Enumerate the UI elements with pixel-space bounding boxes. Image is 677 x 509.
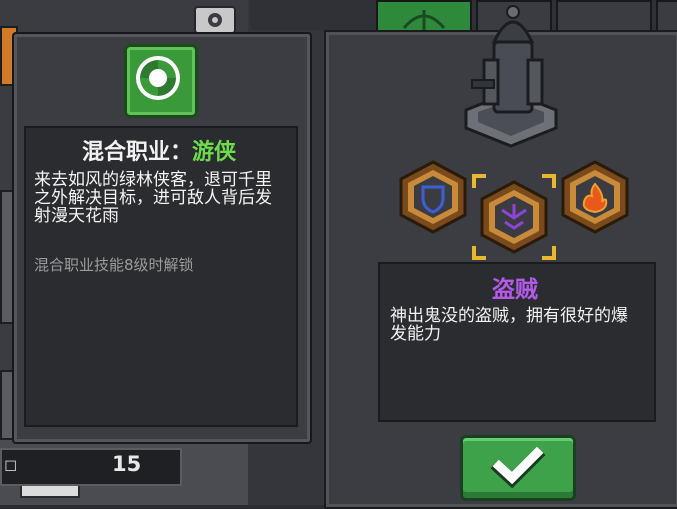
settings-button[interactable] <box>194 6 236 34</box>
tooltip-title-prefix: 混合职业： <box>81 140 192 165</box>
class-option-warrior[interactable] <box>398 160 468 238</box>
class-option-rogue[interactable] <box>472 174 556 264</box>
tab-right[interactable] <box>556 0 652 34</box>
tooltip-title-class: 游侠 <box>192 140 237 165</box>
character-portrait <box>464 5 558 148</box>
hex-frame <box>561 160 629 234</box>
swirl-wind-icon <box>136 56 180 100</box>
class-option-mage[interactable] <box>560 160 630 238</box>
stat-row <box>0 448 182 486</box>
selected-class-name: 盗贼 <box>492 277 538 303</box>
selected-class-description: 神出鬼没的盗贼，拥有很好的爆发能力 <box>390 306 628 344</box>
tooltip-title: 混合职业：游侠 <box>24 134 294 166</box>
tooltip-unlock-note: 混合职业技能8级时解锁 <box>34 256 194 274</box>
tooltip-description: 来去如风的绿林侠客，退可千里之外解决目标，进可敌人背后发射漫天花雨 <box>34 170 272 226</box>
hex-frame <box>399 160 467 234</box>
stat-value: 15 <box>112 452 142 476</box>
hex-frame-selected <box>472 174 556 260</box>
checkmark-icon <box>490 446 546 489</box>
confirm-button[interactable] <box>460 435 576 501</box>
bottom-tab-decoration[interactable] <box>20 486 80 498</box>
stat-icon: ◻ <box>4 455 18 474</box>
tooltip-skill-icon-frame <box>124 44 198 118</box>
tab-far-right[interactable] <box>656 0 677 34</box>
gear-icon <box>208 13 222 27</box>
